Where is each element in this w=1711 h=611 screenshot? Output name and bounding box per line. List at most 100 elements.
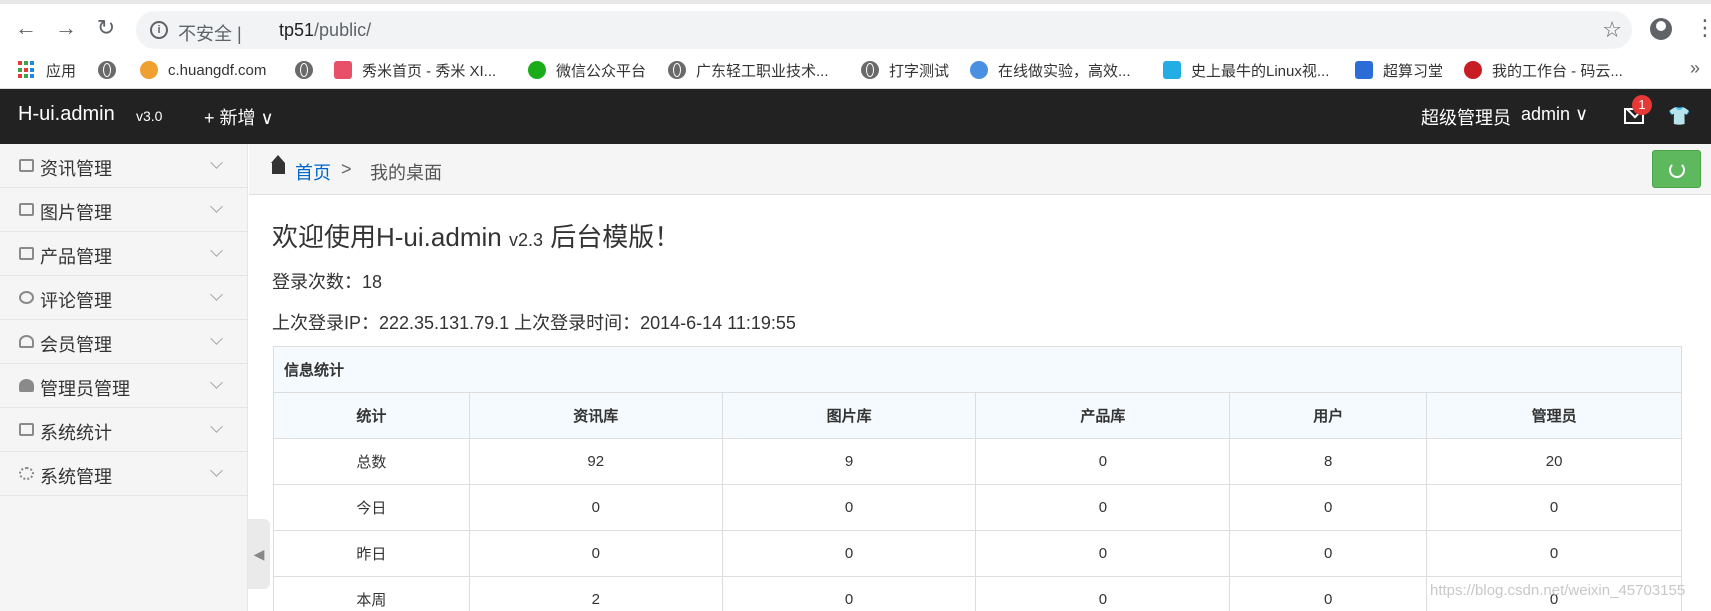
sidebar-item-label: 评论管理 [40, 291, 112, 311]
brand-logo[interactable]: H-ui.admin [18, 103, 115, 126]
forward-arrow-icon[interactable]: → [54, 16, 78, 40]
chevron-down-icon [210, 332, 223, 345]
browser-address-row: ← → ↻ i 不安全 | tp51/public/ ☆ ⋮ [0, 0, 1711, 52]
home-icon [271, 155, 285, 174]
column-header: 管理员 [1426, 392, 1682, 439]
sidebar-item-label: 会员管理 [40, 335, 112, 355]
sidebar-item-products[interactable]: 产品管理 [0, 232, 248, 276]
column-header: 产品库 [975, 392, 1231, 439]
bookmark-linux[interactable]: 史上最牛的Linux视... [1163, 58, 1329, 82]
bookmark-supercomputing[interactable]: 超算习堂 [1355, 58, 1443, 82]
sidebar-item-admins[interactable]: 管理员管理 [0, 364, 248, 408]
browser-menu-icon[interactable]: ⋮ [1694, 14, 1711, 42]
table-cell: 0 [1229, 530, 1428, 577]
apps-grid-icon [18, 61, 36, 79]
welcome-version: v2.3 [508, 230, 543, 250]
bookmark-globe[interactable] [98, 58, 126, 82]
table-cell: 0 [1426, 530, 1682, 577]
chevron-down-icon [210, 376, 223, 389]
bookmark-star-icon[interactable]: ☆ [1602, 17, 1622, 43]
comment-icon [19, 291, 34, 304]
column-header: 资讯库 [468, 392, 723, 439]
table-cell: 0 [975, 484, 1231, 531]
profile-avatar-icon[interactable] [1650, 18, 1672, 40]
bookmark-label: 在线做实验，高效... [998, 62, 1131, 80]
globe-icon [98, 61, 116, 79]
globe-icon [295, 61, 313, 79]
url-path: /public/ [314, 20, 372, 40]
table-cell: 20 [1426, 438, 1682, 485]
sidebar-item-statistics[interactable]: 系统统计 [0, 408, 248, 452]
table-cell: 92 [468, 438, 723, 485]
breadcrumb-current: 我的桌面 [370, 163, 442, 183]
bookmark-wechat[interactable]: 微信公众平台 [528, 58, 646, 82]
chevron-down-icon [210, 288, 223, 301]
bookmark-xiumi[interactable]: 秀米首页 - 秀米 XI... [334, 58, 496, 82]
welcome-text: 欢迎使用H-ui.admin [272, 222, 502, 252]
refresh-button[interactable] [1652, 150, 1701, 188]
bag-icon [19, 247, 34, 260]
bookmark-huangdf[interactable]: c.huangdf.com [140, 58, 266, 82]
bookmark-label: 打字测试 [889, 62, 950, 80]
breadcrumb-home-link[interactable]: 首页 [295, 159, 331, 185]
sidebar-item-system[interactable]: 系统管理 [0, 452, 248, 496]
table-cell: 昨日 [273, 530, 470, 577]
sidebar-item-label: 图片管理 [40, 203, 112, 223]
bookmark-apps[interactable]: 应用 [18, 58, 76, 82]
bookmark-label: 应用 [46, 62, 77, 80]
bookmark-label: 我的工作台 - 码云... [1492, 62, 1623, 80]
stats-table: 信息统计 统计 资讯库 图片库 产品库 用户 管理员 总数 92 9 0 8 2… [273, 346, 1682, 611]
table-row: 总数 92 9 0 8 20 [273, 438, 1682, 485]
bookmark-label: 史上最牛的Linux视... [1191, 62, 1330, 80]
column-header: 图片库 [721, 392, 977, 439]
bookmark-label: 超算习堂 [1383, 62, 1444, 80]
table-cell: 今日 [273, 484, 470, 531]
sidebar-item-comments[interactable]: 评论管理 [0, 276, 248, 320]
xiumi-icon [334, 61, 352, 79]
chevron-down-icon [210, 156, 223, 169]
login-count: 登录次数：18 [272, 272, 383, 292]
address-bar[interactable]: i 不安全 | tp51/public/ ☆ [136, 11, 1632, 49]
table-cell: 9 [721, 438, 977, 485]
table-cell: 0 [468, 484, 723, 531]
sidebar-item-pictures[interactable]: 图片管理 [0, 188, 248, 232]
bookmark-label: c.huangdf.com [168, 61, 267, 79]
add-new-menu[interactable]: + 新增 ∨ [204, 104, 274, 130]
site-icon [140, 61, 158, 79]
chevron-down-icon [210, 420, 223, 433]
sidebar-collapse-handle[interactable]: ◀ [248, 519, 270, 589]
table-cell: 2 [468, 576, 723, 611]
table-cell: 0 [1426, 484, 1682, 531]
skin-shirt-icon[interactable]: 👕 [1668, 106, 1690, 127]
sidebar-item-label: 资讯管理 [40, 159, 112, 179]
bilibili-icon [1163, 61, 1181, 79]
table-cell: 0 [721, 576, 977, 611]
table-cell: 0 [975, 438, 1231, 485]
bookmark-gitee[interactable]: 我的工作台 - 码云... [1464, 58, 1623, 82]
sidebar-item-label: 产品管理 [40, 247, 112, 267]
bookmark-globe[interactable] [295, 58, 323, 82]
welcome-suffix: 后台模版！ [550, 222, 681, 252]
bookmark-typing[interactable]: 打字测试 [861, 58, 949, 82]
bookmarks-overflow-icon[interactable]: » [1690, 58, 1700, 79]
bookmark-lab[interactable]: 在线做实验，高效... [970, 58, 1131, 82]
sidebar-item-news[interactable]: 资讯管理 [0, 144, 248, 188]
sidebar-item-label: 系统管理 [40, 467, 112, 487]
bookmark-label: 广东轻工职业技术... [696, 62, 829, 80]
watermark: https://blog.csdn.net/weixin_45703155 [1430, 582, 1686, 599]
reload-icon[interactable]: ↻ [94, 16, 118, 40]
url-text[interactable]: tp51/public/ [279, 20, 371, 41]
table-cell: 总数 [273, 438, 470, 485]
user-menu[interactable]: admin ∨ [1521, 104, 1588, 125]
sidebar-item-members[interactable]: 会员管理 [0, 320, 248, 364]
bookmark-gdqy[interactable]: 广东轻工职业技术... [668, 58, 829, 82]
sidebar: 资讯管理 图片管理 产品管理 评论管理 会员管理 管理员管理 系统统计 系统管理 [0, 144, 248, 611]
insecure-label: 不安全 | [178, 24, 242, 44]
chevron-down-icon [210, 464, 223, 477]
table-cell: 0 [975, 576, 1231, 611]
info-icon[interactable]: i [150, 21, 168, 39]
back-arrow-icon[interactable]: ← [14, 16, 38, 40]
table-row: 昨日 0 0 0 0 0 [273, 530, 1682, 577]
url-host: tp51 [279, 20, 315, 40]
table-cell: 0 [468, 530, 723, 577]
